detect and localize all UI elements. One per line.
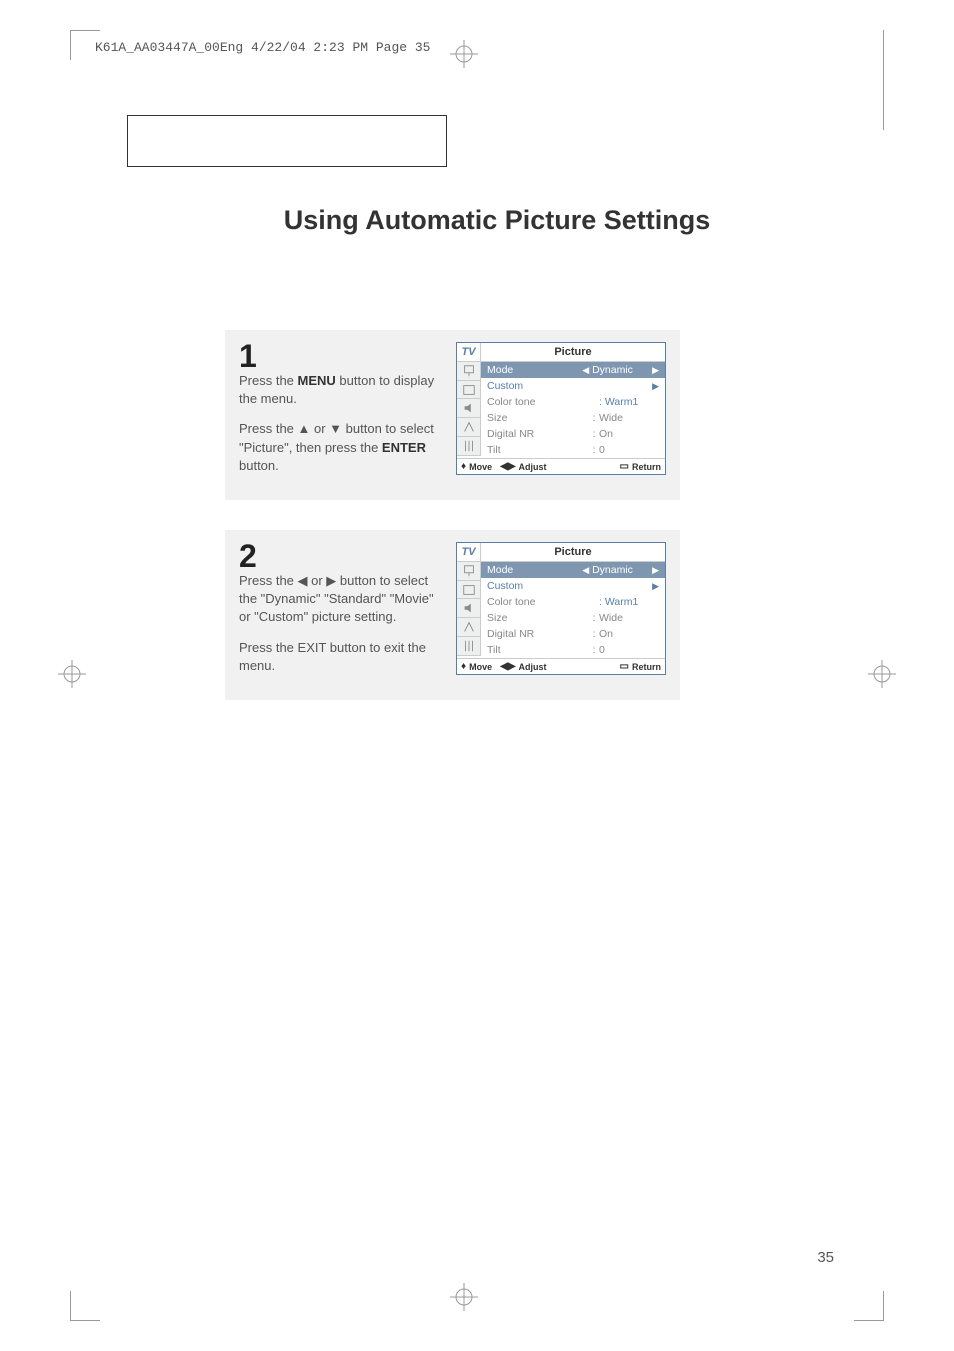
- updown-icon: ♦: [461, 461, 466, 472]
- osd-row-colon: :: [589, 644, 599, 656]
- osd-footer: ♦Move ◀▶ Adjust ▭Return: [457, 658, 665, 674]
- arrow-right-icon: ▶: [652, 381, 659, 392]
- osd-row-digitalnr: Digital NR : On: [481, 426, 665, 442]
- osd-row-digitalnr: Digital NR : On: [481, 626, 665, 642]
- osd-row-value: On: [599, 628, 659, 640]
- return-icon: ▭: [620, 461, 629, 472]
- osd-row-label: Color tone: [487, 396, 599, 408]
- registration-mark-icon: [450, 1283, 478, 1311]
- osd-row-label: Color tone: [487, 596, 599, 608]
- osd-row-value: : Warm1: [599, 596, 659, 608]
- footer-move: Move: [469, 662, 492, 672]
- osd-row-mode: Mode ◀ Dynamic ▶: [481, 562, 665, 578]
- osd-sidebar: TV: [457, 343, 481, 456]
- step-paragraph: Press the MENU button to display the men…: [239, 372, 439, 408]
- registration-mark-icon: [450, 40, 478, 68]
- osd-sidebar-sound-icon: [457, 399, 480, 418]
- arrow-right-icon: ▶: [652, 365, 659, 376]
- osd-row-label: Tilt: [487, 644, 589, 656]
- osd-row-tilt: Tilt : 0: [481, 442, 665, 458]
- step-text: Press the MENU button to display the men…: [239, 372, 439, 475]
- step-paragraph: Press the ▲ or ▼ button to select "Pictu…: [239, 420, 439, 475]
- arrow-left-icon: ◀: [582, 565, 589, 576]
- osd-row-label: Custom: [487, 580, 652, 592]
- osd-row-label: Custom: [487, 380, 652, 392]
- osd-sidebar-tv-icon: TV: [457, 543, 480, 562]
- step-block-1: 1 Press the MENU button to display the m…: [225, 330, 680, 500]
- section-title-box: [127, 115, 447, 167]
- osd-row-value: Wide: [599, 612, 659, 624]
- osd-row-label: Mode: [487, 364, 582, 376]
- page-number: 35: [817, 1249, 834, 1266]
- osd-title: Picture: [481, 543, 665, 562]
- osd-menu: TV Picture Mode ◀ Dynamic ▶ Custom ▶ Col…: [456, 342, 666, 475]
- osd-row-custom: Custom ▶: [481, 378, 665, 394]
- osd-sidebar-setup-icon: [457, 637, 480, 656]
- osd-sidebar-sound-icon: [457, 599, 480, 618]
- footer-move: Move: [469, 462, 492, 472]
- footer-return: Return: [632, 462, 661, 472]
- step-block-2: 2 Press the ◀ or ▶ button to select the …: [225, 530, 680, 700]
- arrow-left-icon: ◀: [582, 365, 589, 376]
- osd-row-colon: :: [589, 444, 599, 456]
- osd-row-label: Size: [487, 412, 589, 424]
- osd-footer: ♦Move ◀▶ Adjust ▭Return: [457, 458, 665, 474]
- osd-sidebar-tv-icon: TV: [457, 343, 480, 362]
- osd-body: Mode ◀ Dynamic ▶ Custom ▶ Color tone : W…: [481, 362, 665, 458]
- crop-mark: [883, 30, 884, 130]
- step-paragraph: Press the ◀ or ▶ button to select the "D…: [239, 572, 439, 627]
- arrow-right-icon: ▶: [652, 565, 659, 576]
- osd-row-tilt: Tilt : 0: [481, 642, 665, 658]
- step-text: Press the ◀ or ▶ button to select the "D…: [239, 572, 439, 675]
- updown-icon: ♦: [461, 661, 466, 672]
- arrow-right-icon: ▶: [652, 581, 659, 592]
- osd-row-value: Dynamic: [592, 564, 652, 576]
- osd-title: Picture: [481, 343, 665, 362]
- osd-row-colon: :: [589, 628, 599, 640]
- osd-row-value: On: [599, 428, 659, 440]
- osd-sidebar-channel-icon: [457, 418, 480, 437]
- osd-row-colortone: Color tone : Warm1: [481, 594, 665, 610]
- osd-menu: TV Picture Mode ◀ Dynamic ▶ Custom ▶ Col…: [456, 542, 666, 675]
- osd-row-label: Size: [487, 612, 589, 624]
- footer-adjust: Adjust: [519, 662, 547, 672]
- registration-mark-icon: [868, 660, 896, 688]
- osd-row-value: 0: [599, 644, 659, 656]
- step-paragraph: Press the EXIT button to exit the menu.: [239, 639, 439, 675]
- registration-mark-icon: [58, 660, 86, 688]
- osd-row-value: 0: [599, 444, 659, 456]
- leftright-icon: ◀▶: [500, 461, 515, 472]
- crop-mark: [854, 1291, 884, 1321]
- osd-body: Mode ◀ Dynamic ▶ Custom ▶ Color tone : W…: [481, 562, 665, 658]
- osd-row-colortone: Color tone : Warm1: [481, 394, 665, 410]
- page-title: Using Automatic Picture Settings: [0, 205, 954, 236]
- osd-row-label: Tilt: [487, 444, 589, 456]
- osd-row-colon: :: [589, 428, 599, 440]
- osd-row-size: Size : Wide: [481, 410, 665, 426]
- osd-row-value: : Warm1: [599, 396, 659, 408]
- print-header: K61A_AA03447A_00Eng 4/22/04 2:23 PM Page…: [95, 40, 430, 55]
- osd-row-value: Wide: [599, 412, 659, 424]
- osd-sidebar-setup-icon: [457, 437, 480, 456]
- osd-row-mode: Mode ◀ Dynamic ▶: [481, 362, 665, 378]
- footer-adjust: Adjust: [519, 462, 547, 472]
- osd-sidebar-channel-icon: [457, 618, 480, 637]
- osd-row-custom: Custom ▶: [481, 578, 665, 594]
- footer-return: Return: [632, 662, 661, 672]
- osd-row-value: Dynamic: [592, 364, 652, 376]
- osd-row-label: Mode: [487, 564, 582, 576]
- return-icon: ▭: [620, 661, 629, 672]
- osd-sidebar-picture-icon: [457, 381, 480, 400]
- osd-row-label: Digital NR: [487, 628, 589, 640]
- osd-sidebar-input-icon: [457, 562, 480, 581]
- crop-mark: [70, 1291, 100, 1321]
- leftright-icon: ◀▶: [500, 661, 515, 672]
- osd-row-colon: :: [589, 612, 599, 624]
- osd-row-size: Size : Wide: [481, 610, 665, 626]
- osd-sidebar-picture-icon: [457, 581, 480, 600]
- osd-sidebar-input-icon: [457, 362, 480, 381]
- osd-row-colon: :: [589, 412, 599, 424]
- osd-row-label: Digital NR: [487, 428, 589, 440]
- osd-sidebar: TV: [457, 543, 481, 656]
